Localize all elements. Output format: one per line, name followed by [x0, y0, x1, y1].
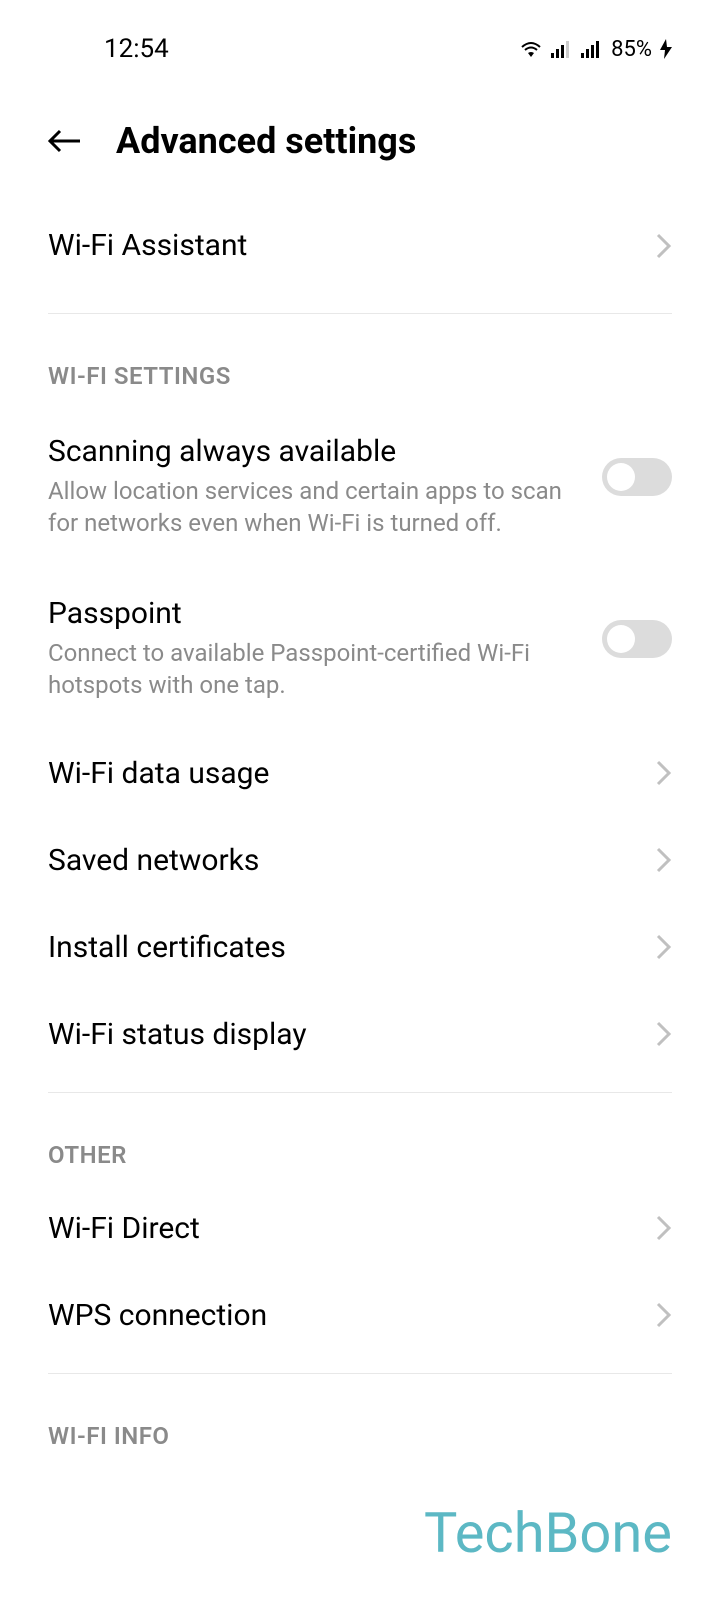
saved-networks-title: Saved networks [48, 843, 636, 878]
scanning-always-available-item[interactable]: Scanning always available Allow location… [48, 406, 672, 568]
scanning-toggle[interactable] [602, 458, 672, 496]
passpoint-item[interactable]: Passpoint Connect to available Passpoint… [48, 568, 672, 730]
scanning-subtitle: Allow location services and certain apps… [48, 475, 582, 540]
saved-networks-content: Saved networks [48, 843, 656, 878]
back-button[interactable] [48, 129, 80, 153]
status-icons: 85% [519, 37, 672, 62]
install-certificates-title: Install certificates [48, 930, 636, 965]
wifi-direct-content: Wi-Fi Direct [48, 1211, 656, 1246]
wifi-status-display-item[interactable]: Wi-Fi status display [48, 991, 672, 1078]
wifi-settings-header: WI-FI SETTINGS [48, 328, 672, 406]
chevron-right-icon [656, 847, 672, 873]
passpoint-title: Passpoint [48, 596, 582, 631]
wifi-direct-title: Wi-Fi Direct [48, 1211, 636, 1246]
signal-icon-2 [581, 40, 603, 58]
status-display-title: Wi-Fi status display [48, 1017, 636, 1052]
install-certificates-item[interactable]: Install certificates [48, 904, 672, 991]
status-bar: 12:54 85% [0, 0, 720, 70]
battery-text: 85% [611, 37, 652, 62]
passpoint-toggle[interactable] [602, 620, 672, 658]
wifi-assistant-title: Wi-Fi Assistant [48, 228, 636, 263]
wifi-info-header: WI-FI INFO [48, 1388, 672, 1466]
wps-title: WPS connection [48, 1298, 636, 1333]
divider [48, 1373, 672, 1374]
chevron-right-icon [656, 1215, 672, 1241]
scanning-content: Scanning always available Allow location… [48, 434, 602, 540]
wps-connection-item[interactable]: WPS connection [48, 1272, 672, 1359]
wps-content: WPS connection [48, 1298, 656, 1333]
status-display-content: Wi-Fi status display [48, 1017, 656, 1052]
header: Advanced settings [0, 70, 720, 192]
data-usage-title: Wi-Fi data usage [48, 756, 636, 791]
install-certificates-content: Install certificates [48, 930, 656, 965]
other-header: OTHER [48, 1107, 672, 1185]
wifi-direct-item[interactable]: Wi-Fi Direct [48, 1185, 672, 1272]
data-usage-content: Wi-Fi data usage [48, 756, 656, 791]
status-time: 12:54 [104, 34, 169, 64]
wifi-data-usage-item[interactable]: Wi-Fi data usage [48, 730, 672, 817]
chevron-right-icon [656, 760, 672, 786]
signal-icon-1 [551, 40, 573, 58]
divider [48, 1092, 672, 1093]
watermark: TechBone [424, 1500, 672, 1566]
passpoint-content: Passpoint Connect to available Passpoint… [48, 596, 602, 702]
wifi-icon [519, 39, 543, 59]
passpoint-subtitle: Connect to available Passpoint-certified… [48, 637, 582, 702]
page-title: Advanced settings [116, 120, 416, 162]
wifi-assistant-content: Wi-Fi Assistant [48, 228, 656, 263]
settings-list: Wi-Fi Assistant WI-FI SETTINGS Scanning … [0, 192, 720, 1466]
chevron-right-icon [656, 233, 672, 259]
chevron-right-icon [656, 934, 672, 960]
saved-networks-item[interactable]: Saved networks [48, 817, 672, 904]
wifi-assistant-item[interactable]: Wi-Fi Assistant [48, 192, 672, 299]
chevron-right-icon [656, 1302, 672, 1328]
charging-icon [660, 39, 672, 59]
chevron-right-icon [656, 1021, 672, 1047]
divider [48, 313, 672, 314]
scanning-title: Scanning always available [48, 434, 582, 469]
